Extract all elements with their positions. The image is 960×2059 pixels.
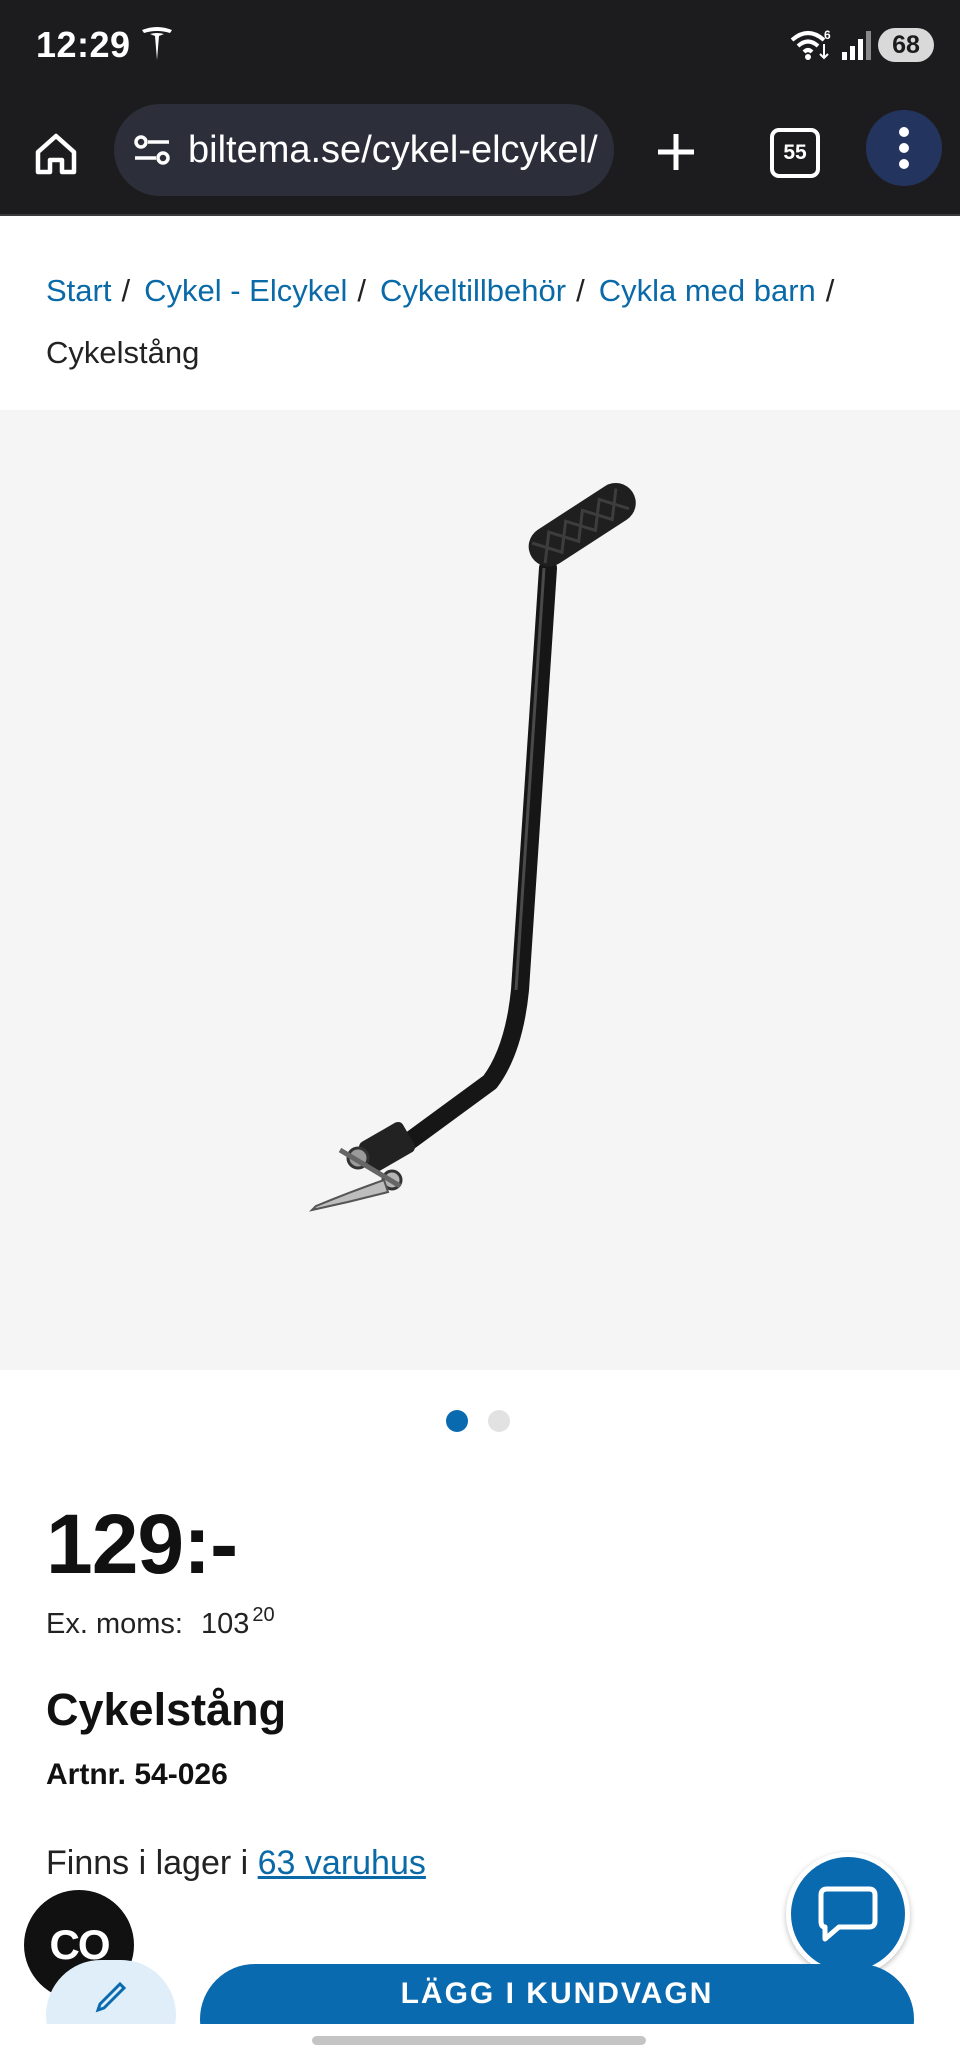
store-availability-link[interactable]: 63 varuhus	[258, 1844, 426, 1882]
breadcrumb-separator: /	[825, 273, 835, 308]
stock-prefix: Finns i lager i	[46, 1844, 258, 1882]
gallery-dot-1[interactable]	[446, 1410, 468, 1432]
breadcrumb-separator: /	[121, 273, 131, 308]
signal-icon	[842, 31, 871, 60]
product-image	[308, 482, 636, 1212]
breadcrumb-separator: /	[357, 273, 366, 308]
address-bar[interactable]: biltema.se/cykel-elcykel/	[114, 104, 614, 196]
breadcrumb-current: Cykelstång	[46, 335, 200, 370]
pencil-list-icon	[95, 1981, 127, 2013]
breadcrumb-cykel-elcykel[interactable]: Cykel - Elcykel	[144, 273, 347, 308]
new-tab-button[interactable]	[648, 124, 704, 180]
tab-switcher-button[interactable]: 55	[770, 128, 820, 178]
chat-bubble-icon	[818, 1886, 878, 1942]
breadcrumb-cykla-med-barn[interactable]: Cykla med barn	[599, 273, 816, 308]
status-bar: 12:29 6 68	[0, 0, 960, 96]
price-ex-vat: Ex. moms: 103 20	[46, 1604, 275, 1641]
product-image-gallery[interactable]	[0, 410, 960, 1370]
stock-status: Finns i lager i 63 varuhus	[46, 1844, 426, 1883]
article-number: Artnr. 54-026	[46, 1758, 228, 1791]
breadcrumb: Start / Cykel - Elcykel / Cykeltillbehör / Cyk…	[46, 260, 926, 384]
site-settings-icon[interactable]	[132, 130, 172, 170]
status-time: 12:29	[36, 24, 131, 65]
chat-button[interactable]	[786, 1852, 910, 1976]
wifi-icon: 6	[790, 28, 831, 60]
home-icon	[35, 133, 77, 175]
breadcrumb-start[interactable]: Start	[46, 273, 111, 308]
wishlist-button[interactable]	[46, 1960, 176, 2024]
url-text: biltema.se/cykel-elcykel/	[188, 128, 598, 171]
ex-vat-decimals: 20	[252, 1604, 275, 1626]
product-title: Cykelstång	[46, 1684, 287, 1735]
browser-toolbar: biltema.se/cykel-elcykel/ 55	[0, 96, 960, 216]
battery-indicator: 68	[878, 28, 934, 62]
ex-vat-label: Ex. moms:	[46, 1608, 183, 1640]
more-vertical-icon	[899, 127, 909, 169]
home-button[interactable]	[28, 126, 84, 182]
ex-vat-value: 103	[200, 1608, 250, 1640]
gallery-dot-2[interactable]	[488, 1410, 510, 1432]
gallery-pagination	[446, 1410, 510, 1432]
home-indicator[interactable]	[312, 2036, 646, 2045]
product-price: 129:-	[46, 1497, 238, 1591]
bottom-actions: LÄGG I KUNDVAGN	[0, 1960, 960, 2024]
breadcrumb-cykeltillbehor[interactable]: Cykeltillbehör	[380, 273, 566, 308]
tesla-logo-icon	[142, 27, 172, 60]
add-to-cart-button[interactable]: LÄGG I KUNDVAGN	[200, 1964, 914, 2024]
wifi-badge: 6	[824, 28, 831, 42]
breadcrumb-separator: /	[576, 273, 585, 308]
browser-menu-button[interactable]	[866, 110, 942, 186]
